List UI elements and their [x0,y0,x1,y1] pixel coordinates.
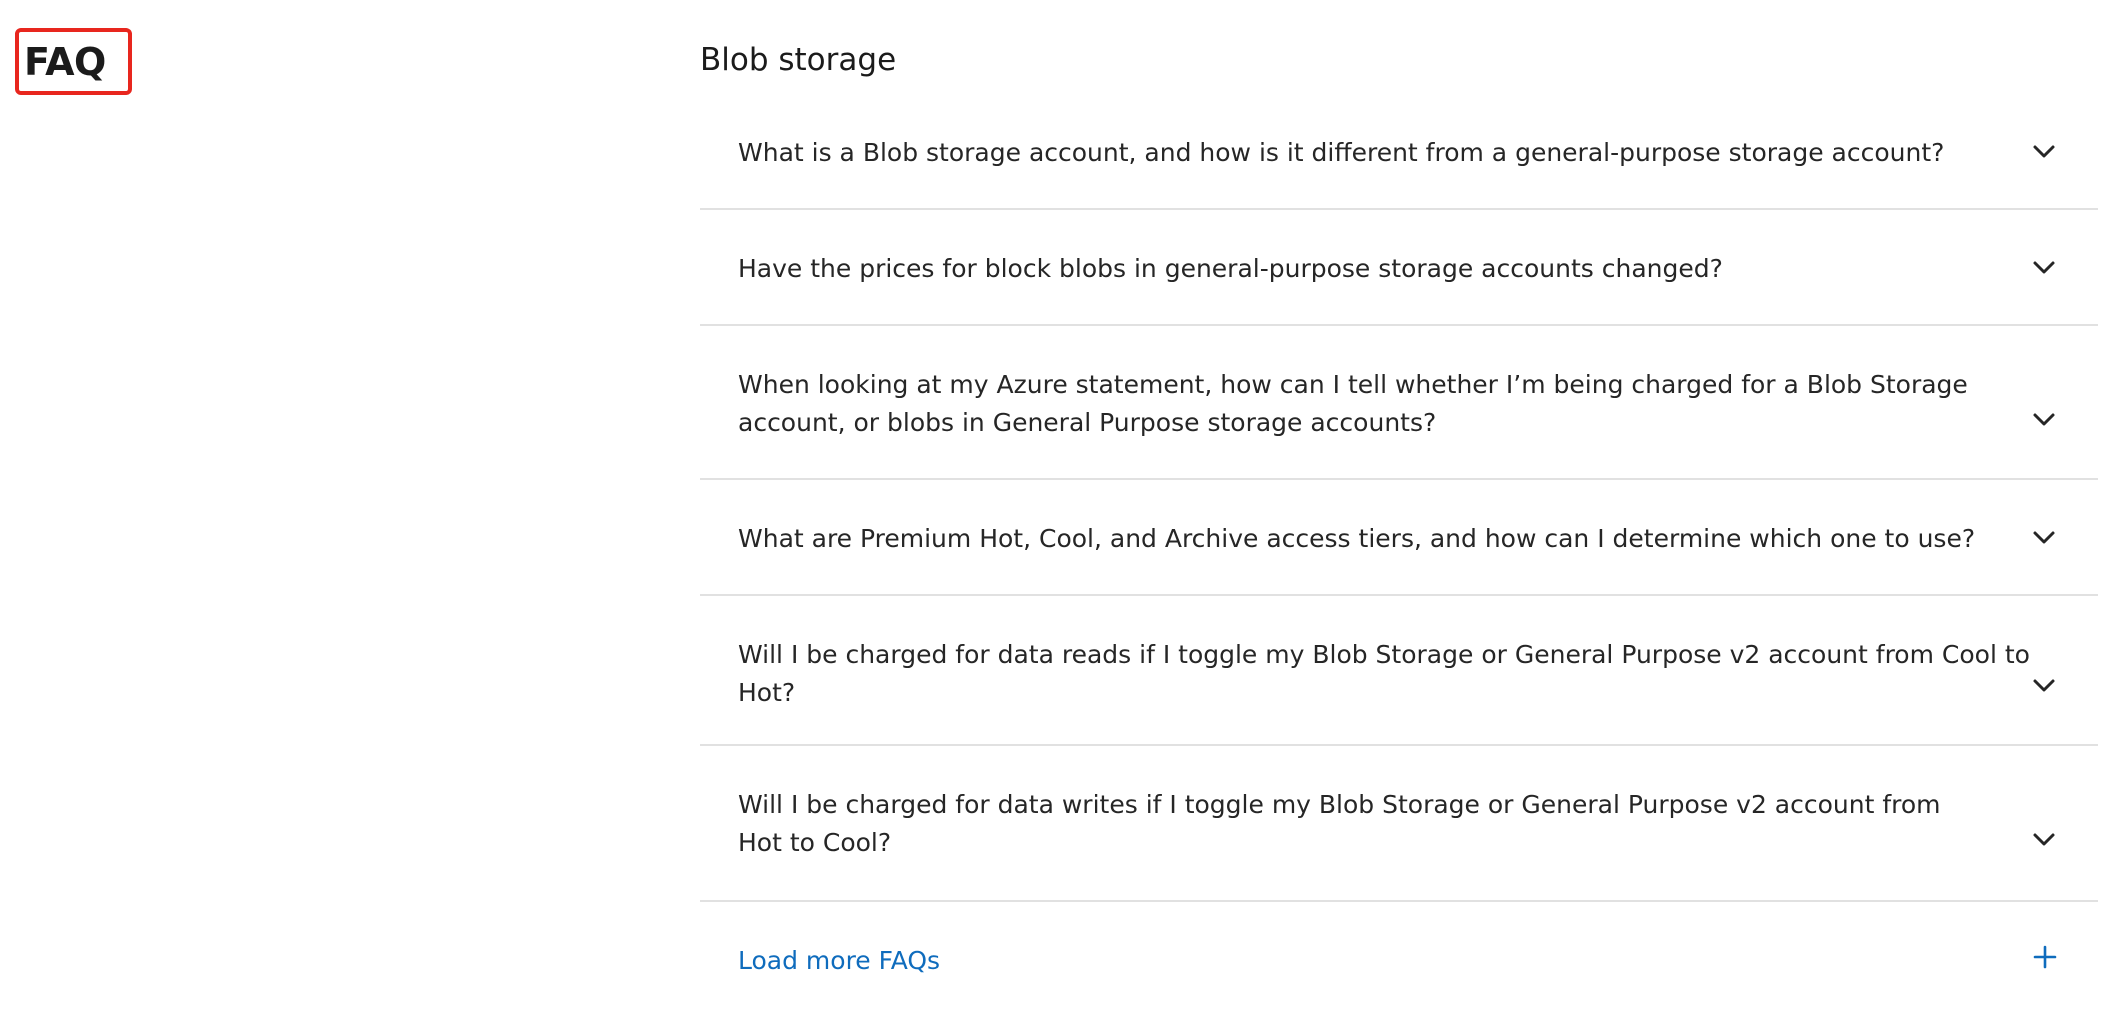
chevron-down-icon[interactable] [2030,672,2058,700]
faq-question: What are Premium Hot, Cool, and Archive … [738,524,1976,553]
chevron-down-icon[interactable] [2030,826,2058,854]
faq-item-3[interactable]: When looking at my Azure statement, how … [700,326,2098,480]
plus-icon[interactable] [2032,944,2058,970]
faq-question: What is a Blob storage account, and how … [738,138,1945,167]
page-title: FAQ [24,40,106,84]
faq-item-1[interactable]: What is a Blob storage account, and how … [700,114,2098,210]
faq-question: Will I be charged for data writes if I t… [738,790,1941,857]
faq-question: When looking at my Azure statement, how … [738,370,1968,437]
chevron-down-icon[interactable] [2030,524,2058,552]
faq-item-2[interactable]: Have the prices for block blobs in gener… [700,210,2098,326]
load-more-label[interactable]: Load more FAQs [738,942,940,980]
load-more-faqs-button[interactable]: Load more FAQs [700,942,2098,1022]
faq-question: Will I be charged for data reads if I to… [738,640,2030,707]
section-title: Blob storage [700,42,897,78]
chevron-down-icon[interactable] [2030,254,2058,282]
faq-item-4[interactable]: What are Premium Hot, Cool, and Archive … [700,480,2098,596]
faq-item-5[interactable]: Will I be charged for data reads if I to… [700,596,2098,746]
faq-question: Have the prices for block blobs in gener… [738,254,1723,283]
chevron-down-icon[interactable] [2030,138,2058,166]
chevron-down-icon[interactable] [2030,406,2058,434]
faq-item-6[interactable]: Will I be charged for data writes if I t… [700,746,2098,902]
